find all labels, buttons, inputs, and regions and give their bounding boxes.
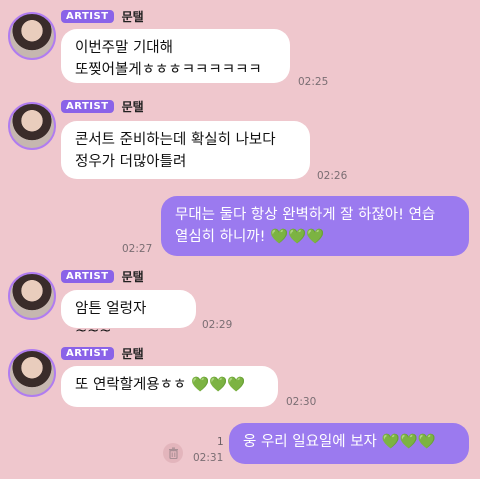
artist-badge: ARTIST (61, 9, 114, 23)
message-line: 암튼 얼렁자~~~ (75, 301, 147, 339)
sender-meta: ARTIST 문탤 (61, 8, 144, 24)
message-time: 02:30 (286, 396, 317, 408)
message-bubble[interactable]: 암튼 얼렁자~~~ (61, 290, 196, 339)
avatar[interactable] (8, 272, 56, 320)
avatar[interactable] (8, 102, 56, 150)
sender-meta: ARTIST 문탤 (61, 268, 144, 284)
avatar[interactable] (8, 12, 56, 60)
message-time: 02:26 (317, 170, 348, 182)
my-message-bubble[interactable]: 웅 우리 일요일에 보자 💚💚💚 (229, 423, 469, 464)
message-bubble[interactable]: 콘서트 준비하는데 확실히 나보다 정우가 더많아틀려 (61, 121, 310, 179)
sender-name: 문탤 (121, 99, 144, 114)
message-line: 또찢어볼게ㅎㅎㅎㅋㅋㅋㅋㅋㅋ (75, 62, 262, 78)
sender-meta: ARTIST 문탤 (61, 98, 144, 114)
avatar[interactable] (8, 349, 56, 397)
message-time: 02:29 (202, 319, 233, 331)
artist-badge: ARTIST (61, 346, 114, 360)
my-message-bubble[interactable]: 무대는 둘다 항상 완벽하게 잘 하잖아! 연습 열심히 하니까! 💚💚💚 (161, 196, 469, 256)
trash-icon-glyph (168, 447, 178, 459)
green-heart-emoji: 💚💚💚 (381, 434, 436, 450)
message-line: 정우가 더많아틀려 (75, 154, 187, 170)
sender-name: 문탤 (121, 346, 144, 361)
sender-name: 문탤 (121, 9, 144, 24)
sender-meta: ARTIST 문탤 (61, 345, 144, 361)
message-line: 이번주말 기대해 (75, 40, 173, 56)
green-heart-emoji: 💚💚💚 (270, 229, 325, 245)
message-line: 또 연락할게용ㅎㅎ (75, 377, 187, 393)
green-heart-emoji: 💚💚💚 (190, 377, 246, 393)
unread-count: 1 (217, 436, 224, 448)
message-line: 콘서트 준비하는데 확실히 나보다 (75, 132, 276, 148)
trash-icon[interactable] (163, 443, 183, 463)
message-bubble[interactable]: 또 연락할게용ㅎㅎ 💚💚💚 (61, 366, 278, 407)
artist-badge: ARTIST (61, 269, 114, 283)
message-time: 02:31 (193, 452, 224, 464)
message-line: 열심히 하니까! (175, 229, 266, 245)
message-time: 02:27 (122, 243, 153, 255)
message-time: 02:25 (298, 76, 329, 88)
message-line-with-hearts: 열심히 하니까! 💚💚💚 (175, 226, 455, 248)
message-line: 웅 우리 일요일에 보자 (243, 434, 377, 450)
sender-name: 문탤 (121, 269, 144, 284)
message-bubble[interactable]: 이번주말 기대해 또찢어볼게ㅎㅎㅎㅋㅋㅋㅋㅋㅋ (61, 29, 290, 83)
artist-badge: ARTIST (61, 99, 114, 113)
message-line: 무대는 둘다 항상 완벽하게 잘 하잖아! 연습 (175, 207, 436, 223)
